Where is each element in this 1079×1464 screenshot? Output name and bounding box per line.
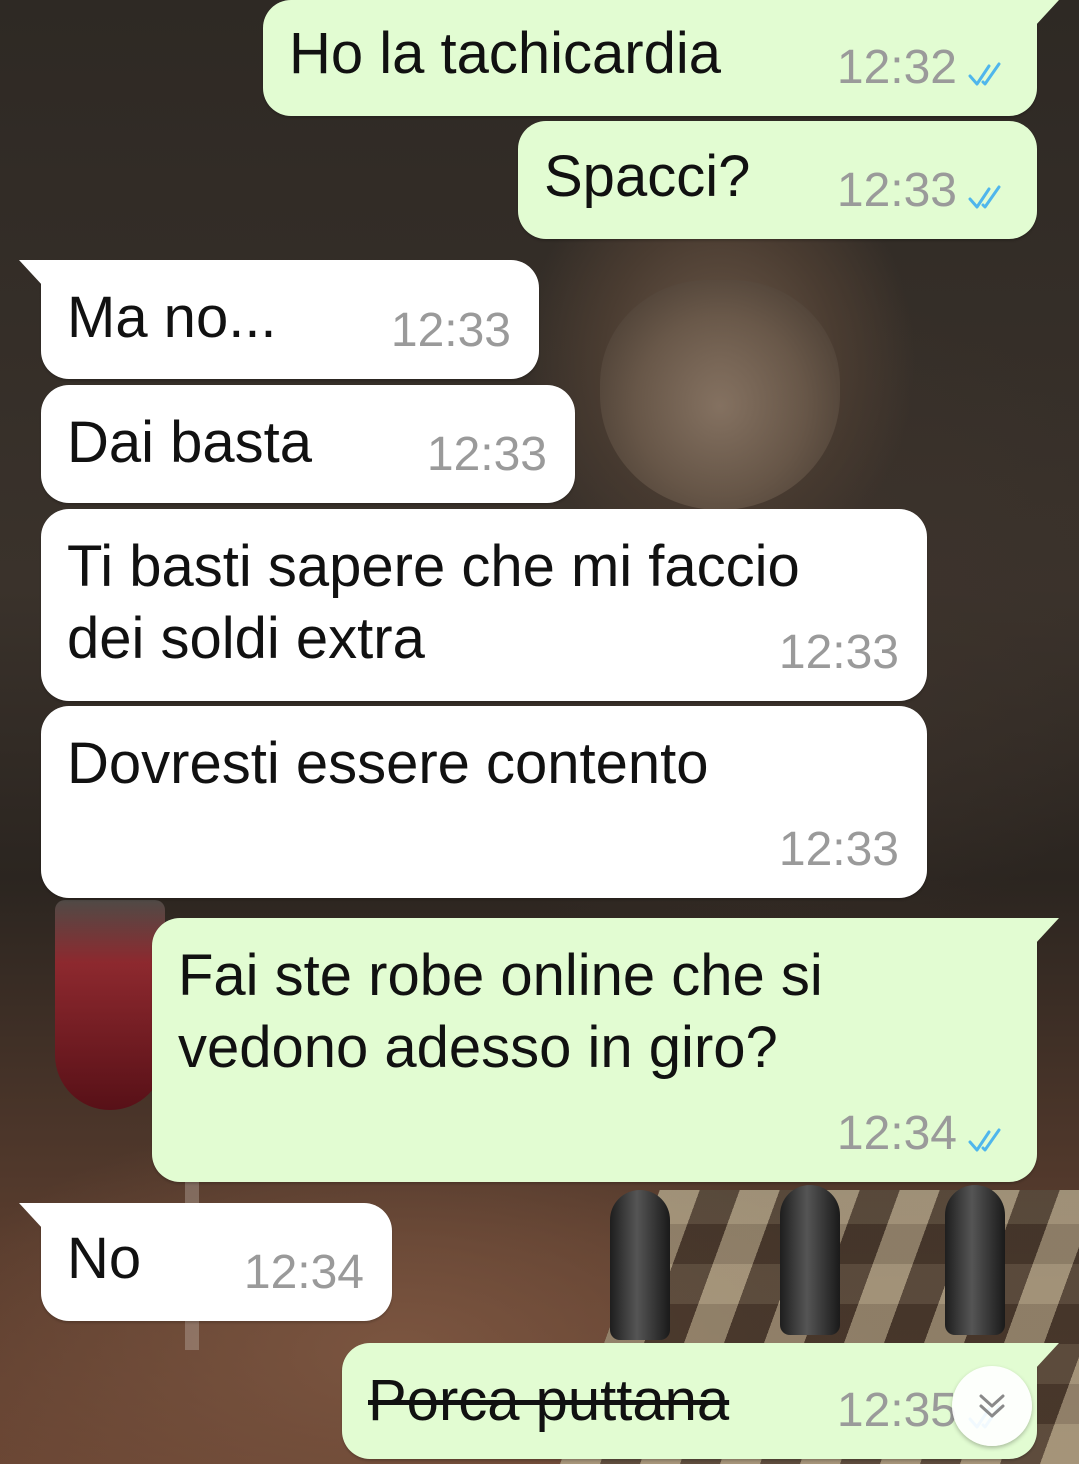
message-bubble-incoming[interactable]: Ma no... 12:33 — [19, 260, 539, 379]
message-meta: 12:33 — [391, 305, 511, 357]
wallpaper-chess-pawn — [945, 1185, 1005, 1335]
message-meta: 12:33 — [427, 429, 547, 481]
message-meta: 12:32 — [837, 42, 1009, 94]
message-text: Ho la tachicardia — [289, 21, 721, 86]
message-bubble-outgoing[interactable]: Ho la tachicardia 12:32 — [263, 0, 1059, 116]
message-meta: 12:33 — [779, 824, 899, 876]
message-bubble-outgoing[interactable]: Fai ste robe online che si vedono adesso… — [152, 918, 1059, 1182]
message-text: No — [67, 1226, 142, 1291]
message-time: 12:34 — [243, 1246, 364, 1299]
message-bubble-incoming[interactable]: No 12:34 — [19, 1203, 392, 1321]
wallpaper-chess-pawn — [780, 1185, 840, 1335]
message-meta: 12:33 — [837, 165, 1009, 217]
message-text: Ti basti sapere che mi faccio dei soldi … — [67, 534, 800, 671]
message-time: 12:35 — [836, 1384, 957, 1437]
message-time: 12:33 — [778, 823, 899, 876]
message-meta: 12:34 — [244, 1247, 364, 1299]
message-time: 12:32 — [836, 41, 957, 94]
message-time: 12:33 — [390, 304, 511, 357]
message-text-struck: Porca puttana — [368, 1368, 730, 1433]
message-text: Dai basta — [67, 410, 313, 475]
message-text: Spacci? — [544, 144, 751, 209]
message-bubble-incoming[interactable]: Dai basta 12:33 — [41, 385, 575, 503]
double-check-icon — [968, 185, 1001, 209]
message-time: 12:33 — [426, 428, 547, 481]
wallpaper-chess-pawn — [610, 1190, 670, 1340]
message-text: Dovresti essere contento — [67, 731, 709, 796]
double-chevron-down-icon — [979, 1394, 1005, 1418]
scroll-to-bottom-button[interactable] — [952, 1366, 1032, 1446]
message-text: Fai ste robe online che si vedono adesso… — [178, 943, 823, 1080]
message-text: Ma no... — [67, 285, 277, 350]
double-check-icon — [968, 1128, 1001, 1152]
message-meta: 12:33 — [779, 627, 899, 679]
message-time: 12:34 — [836, 1107, 957, 1160]
message-bubble-outgoing[interactable]: Spacci? 12:33 — [518, 121, 1037, 239]
double-check-icon — [968, 62, 1001, 86]
wallpaper-chimpanzee — [600, 280, 840, 510]
message-bubble-incoming[interactable]: Ti basti sapere che mi faccio dei soldi … — [41, 509, 927, 701]
wallpaper-wine-glass — [55, 900, 165, 1110]
message-time: 12:33 — [778, 626, 899, 679]
message-time: 12:33 — [836, 164, 957, 217]
message-bubble-outgoing[interactable]: Porca puttana 12:35 — [342, 1343, 1059, 1459]
message-bubble-incoming[interactable]: Dovresti essere contento 12:33 — [41, 706, 927, 898]
message-meta: 12:34 — [837, 1108, 1009, 1160]
